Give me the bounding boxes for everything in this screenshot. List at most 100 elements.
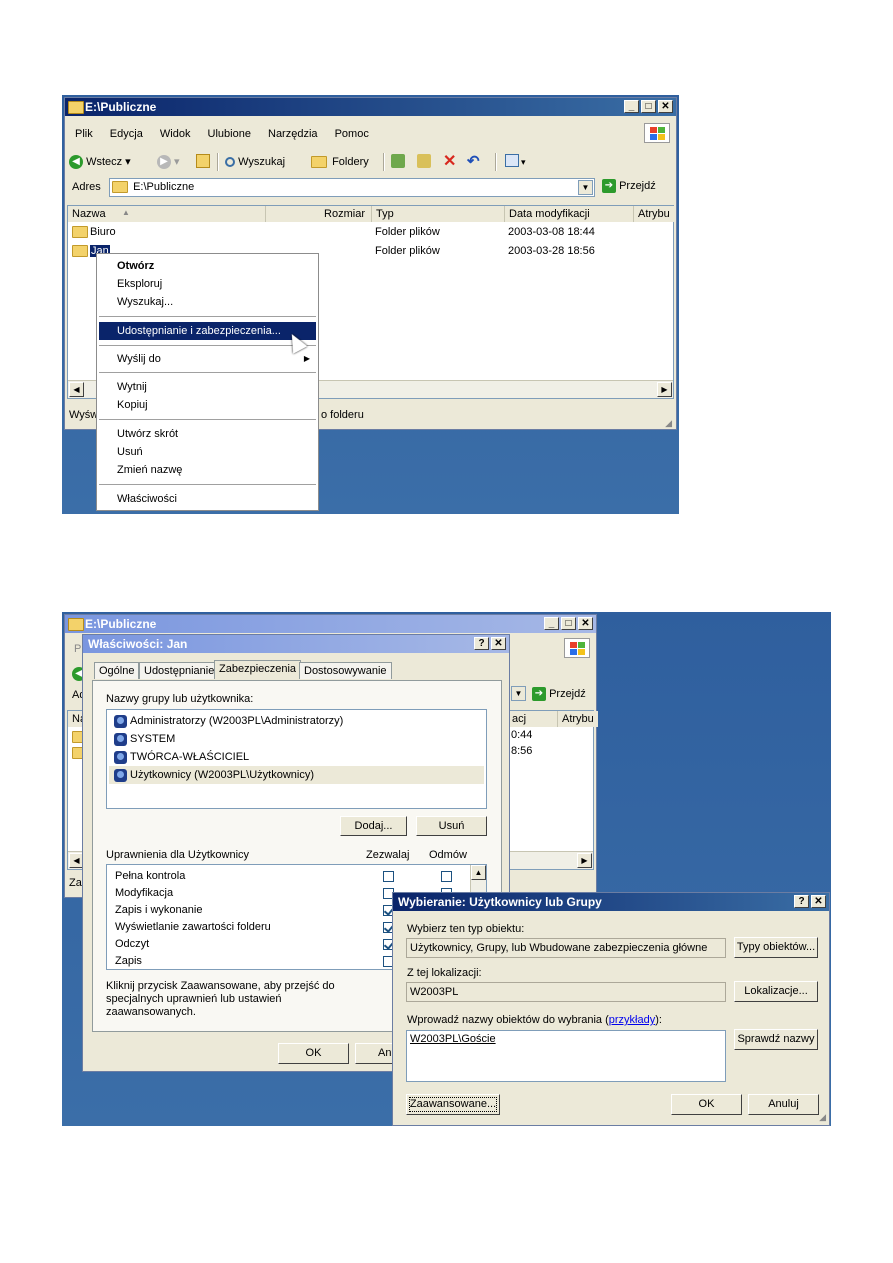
menu-item-search[interactable]: Wyszukaj... [99, 293, 316, 311]
names-label-end: ): [655, 1014, 662, 1026]
menu-widok[interactable]: Widok [160, 128, 191, 140]
resize-grip-icon[interactable]: ◢ [665, 412, 672, 434]
menu-plik[interactable]: Plik [75, 128, 93, 140]
close-button[interactable]: ✕ [578, 617, 593, 630]
address-input[interactable]: E:\Publiczne ▼ [109, 178, 595, 197]
delete-icon[interactable]: ✕ [443, 149, 456, 175]
menu-item-copy[interactable]: Kopiuj [99, 396, 316, 414]
tab-customize[interactable]: Dostosowywanie [299, 662, 392, 679]
minimize-button[interactable]: _ [544, 617, 559, 630]
go-button[interactable]: ➔ Przejdź [532, 687, 586, 701]
group-icon [114, 750, 127, 764]
check-names-button[interactable]: Sprawdź nazwy [734, 1029, 818, 1050]
allow-checkbox[interactable] [383, 871, 394, 882]
group-name: SYSTEM [130, 733, 176, 745]
scroll-right-icon[interactable]: ▶ [657, 382, 672, 397]
close-button[interactable]: ✕ [491, 637, 506, 650]
close-button[interactable]: ✕ [658, 100, 673, 113]
menu-item-properties[interactable]: Właściwości [99, 490, 316, 508]
scroll-right-icon[interactable]: ▶ [577, 853, 592, 868]
copy-to-icon[interactable] [417, 154, 431, 168]
menu-item-send-to[interactable]: Wyślij do ▶ [99, 350, 316, 368]
column-attributes[interactable]: Atrybu [634, 206, 676, 222]
menu-separator [99, 419, 316, 420]
scroll-up-icon[interactable]: ▲ [471, 865, 486, 880]
views-icon[interactable] [505, 154, 519, 167]
menu-item-open[interactable]: Otwórz [99, 257, 316, 275]
column-size[interactable]: Rozmiar [266, 206, 372, 222]
menu-narzedzia[interactable]: Narzędzia [268, 128, 318, 140]
object-types-button[interactable]: Typy obiektów... [734, 937, 818, 958]
tab-general[interactable]: Ogólne [94, 662, 140, 679]
maximize-button[interactable]: □ [641, 100, 656, 113]
locations-button[interactable]: Lokalizacje... [734, 981, 818, 1002]
menu-item-cut[interactable]: Wytnij [99, 378, 316, 396]
scroll-left-icon[interactable]: ◀ [69, 382, 84, 397]
list-item[interactable]: Użytkownicy (W2003PL\Użytkownicy) [109, 766, 484, 784]
resize-grip-icon[interactable]: ◢ [819, 1112, 826, 1123]
move-to-icon[interactable] [391, 154, 405, 168]
ok-button[interactable]: OK [278, 1043, 349, 1064]
column-date[interactable]: Data modyfikacji [505, 206, 634, 222]
address-dropdown-icon[interactable]: ▼ [578, 180, 593, 195]
groups-label: Nazwy grupy lub użytkownika: [106, 693, 254, 705]
allow-column-label: Zezwalaj [366, 849, 410, 861]
menu-item-rename[interactable]: Zmień nazwę [99, 461, 316, 479]
undo-icon[interactable]: ↶ [467, 149, 480, 175]
list-item[interactable]: TWÓRCA-WŁAŚCICIEL [114, 748, 249, 766]
send-to-label: Wyślij do [117, 353, 161, 365]
back-button[interactable]: ◀ Wstecz ▾ [69, 149, 131, 175]
menu-item-sharing-security[interactable]: Udostępnianie i zabezpieczenia... [99, 322, 316, 340]
object-names-input[interactable]: W2003PL\Goście [406, 1030, 726, 1082]
file-type: Folder plików [375, 245, 440, 257]
help-button[interactable]: ? [474, 637, 489, 650]
file-row[interactable]: Biuro Folder plików 2003-03-08 18:44 [72, 223, 672, 241]
group-name: Użytkownicy (W2003PL\Użytkownicy) [130, 769, 314, 781]
ok-button[interactable]: OK [671, 1094, 742, 1115]
object-type-value: Użytkownicy, Grupy, lub Wbudowane zabezp… [410, 942, 708, 954]
views-dropdown-icon[interactable]: ▾ [521, 149, 526, 175]
minimize-button[interactable]: _ [624, 100, 639, 113]
cancel-button[interactable]: Anuluj [748, 1094, 819, 1115]
tab-strip: Ogólne Udostępnianie Zabezpieczenia Dost… [92, 660, 502, 680]
close-button[interactable]: ✕ [811, 895, 826, 908]
menu-pomoc[interactable]: Pomoc [335, 128, 369, 140]
help-button[interactable]: ? [794, 895, 809, 908]
explorer-titlebar[interactable]: E:\Publiczne _ □ ✕ [65, 615, 596, 633]
menu-item-create-shortcut[interactable]: Utwórz skrót [99, 425, 316, 443]
menu-item-delete[interactable]: Usuń [99, 443, 316, 461]
screenshot-security-dialogs: E:\Publiczne _ □ ✕ P ◀ Ad ▼ ➔ Przejdź Na… [62, 612, 831, 1126]
search-button[interactable]: Wyszukaj [225, 149, 285, 175]
add-button[interactable]: Dodaj... [340, 816, 407, 836]
deny-checkbox[interactable] [441, 871, 452, 882]
advanced-button[interactable]: Zaawansowane... [406, 1094, 500, 1115]
folders-button[interactable]: Foldery [311, 149, 369, 175]
select-users-titlebar[interactable]: Wybieranie: Użytkownicy lub Grupy ? ✕ [393, 893, 829, 911]
menu-edycja[interactable]: Edycja [110, 128, 143, 140]
forward-button[interactable]: ▶ ▾ [157, 149, 180, 175]
tab-security[interactable]: Zabezpieczenia [214, 660, 302, 679]
explorer-titlebar[interactable]: E:\Publiczne _ □ ✕ [65, 98, 676, 116]
properties-titlebar[interactable]: Właściwości: Jan ? ✕ [83, 635, 509, 653]
up-folder-icon[interactable] [196, 154, 210, 168]
column-date-stub[interactable]: acj [508, 711, 558, 727]
go-button[interactable]: ➔ Przejdź [602, 179, 656, 193]
column-name[interactable]: Nazwa [68, 206, 266, 222]
folder-icon [68, 101, 84, 114]
remove-button[interactable]: Usuń [416, 816, 487, 836]
groups-list: Administratorzy (W2003PL\Administratorzy… [106, 709, 487, 809]
column-attributes[interactable]: Atrybu [558, 711, 598, 727]
list-item[interactable]: SYSTEM [114, 730, 175, 748]
list-item[interactable]: Administratorzy (W2003PL\Administratorzy… [114, 712, 343, 730]
windows-logo-icon [644, 123, 670, 143]
window-title: E:\Publiczne [85, 617, 157, 631]
menu-ulubione[interactable]: Ulubione [208, 128, 251, 140]
examples-link[interactable]: przykłady [609, 1014, 655, 1026]
column-type[interactable]: Typ [372, 206, 505, 222]
address-dropdown-icon[interactable]: ▼ [511, 686, 526, 701]
menu-item-explore[interactable]: Eksploruj [99, 275, 316, 293]
maximize-button[interactable]: □ [561, 617, 576, 630]
permission-row: Pełna kontrola [115, 868, 475, 885]
permission-name: Odczyt [115, 938, 150, 950]
tab-sharing[interactable]: Udostępnianie [139, 662, 220, 679]
